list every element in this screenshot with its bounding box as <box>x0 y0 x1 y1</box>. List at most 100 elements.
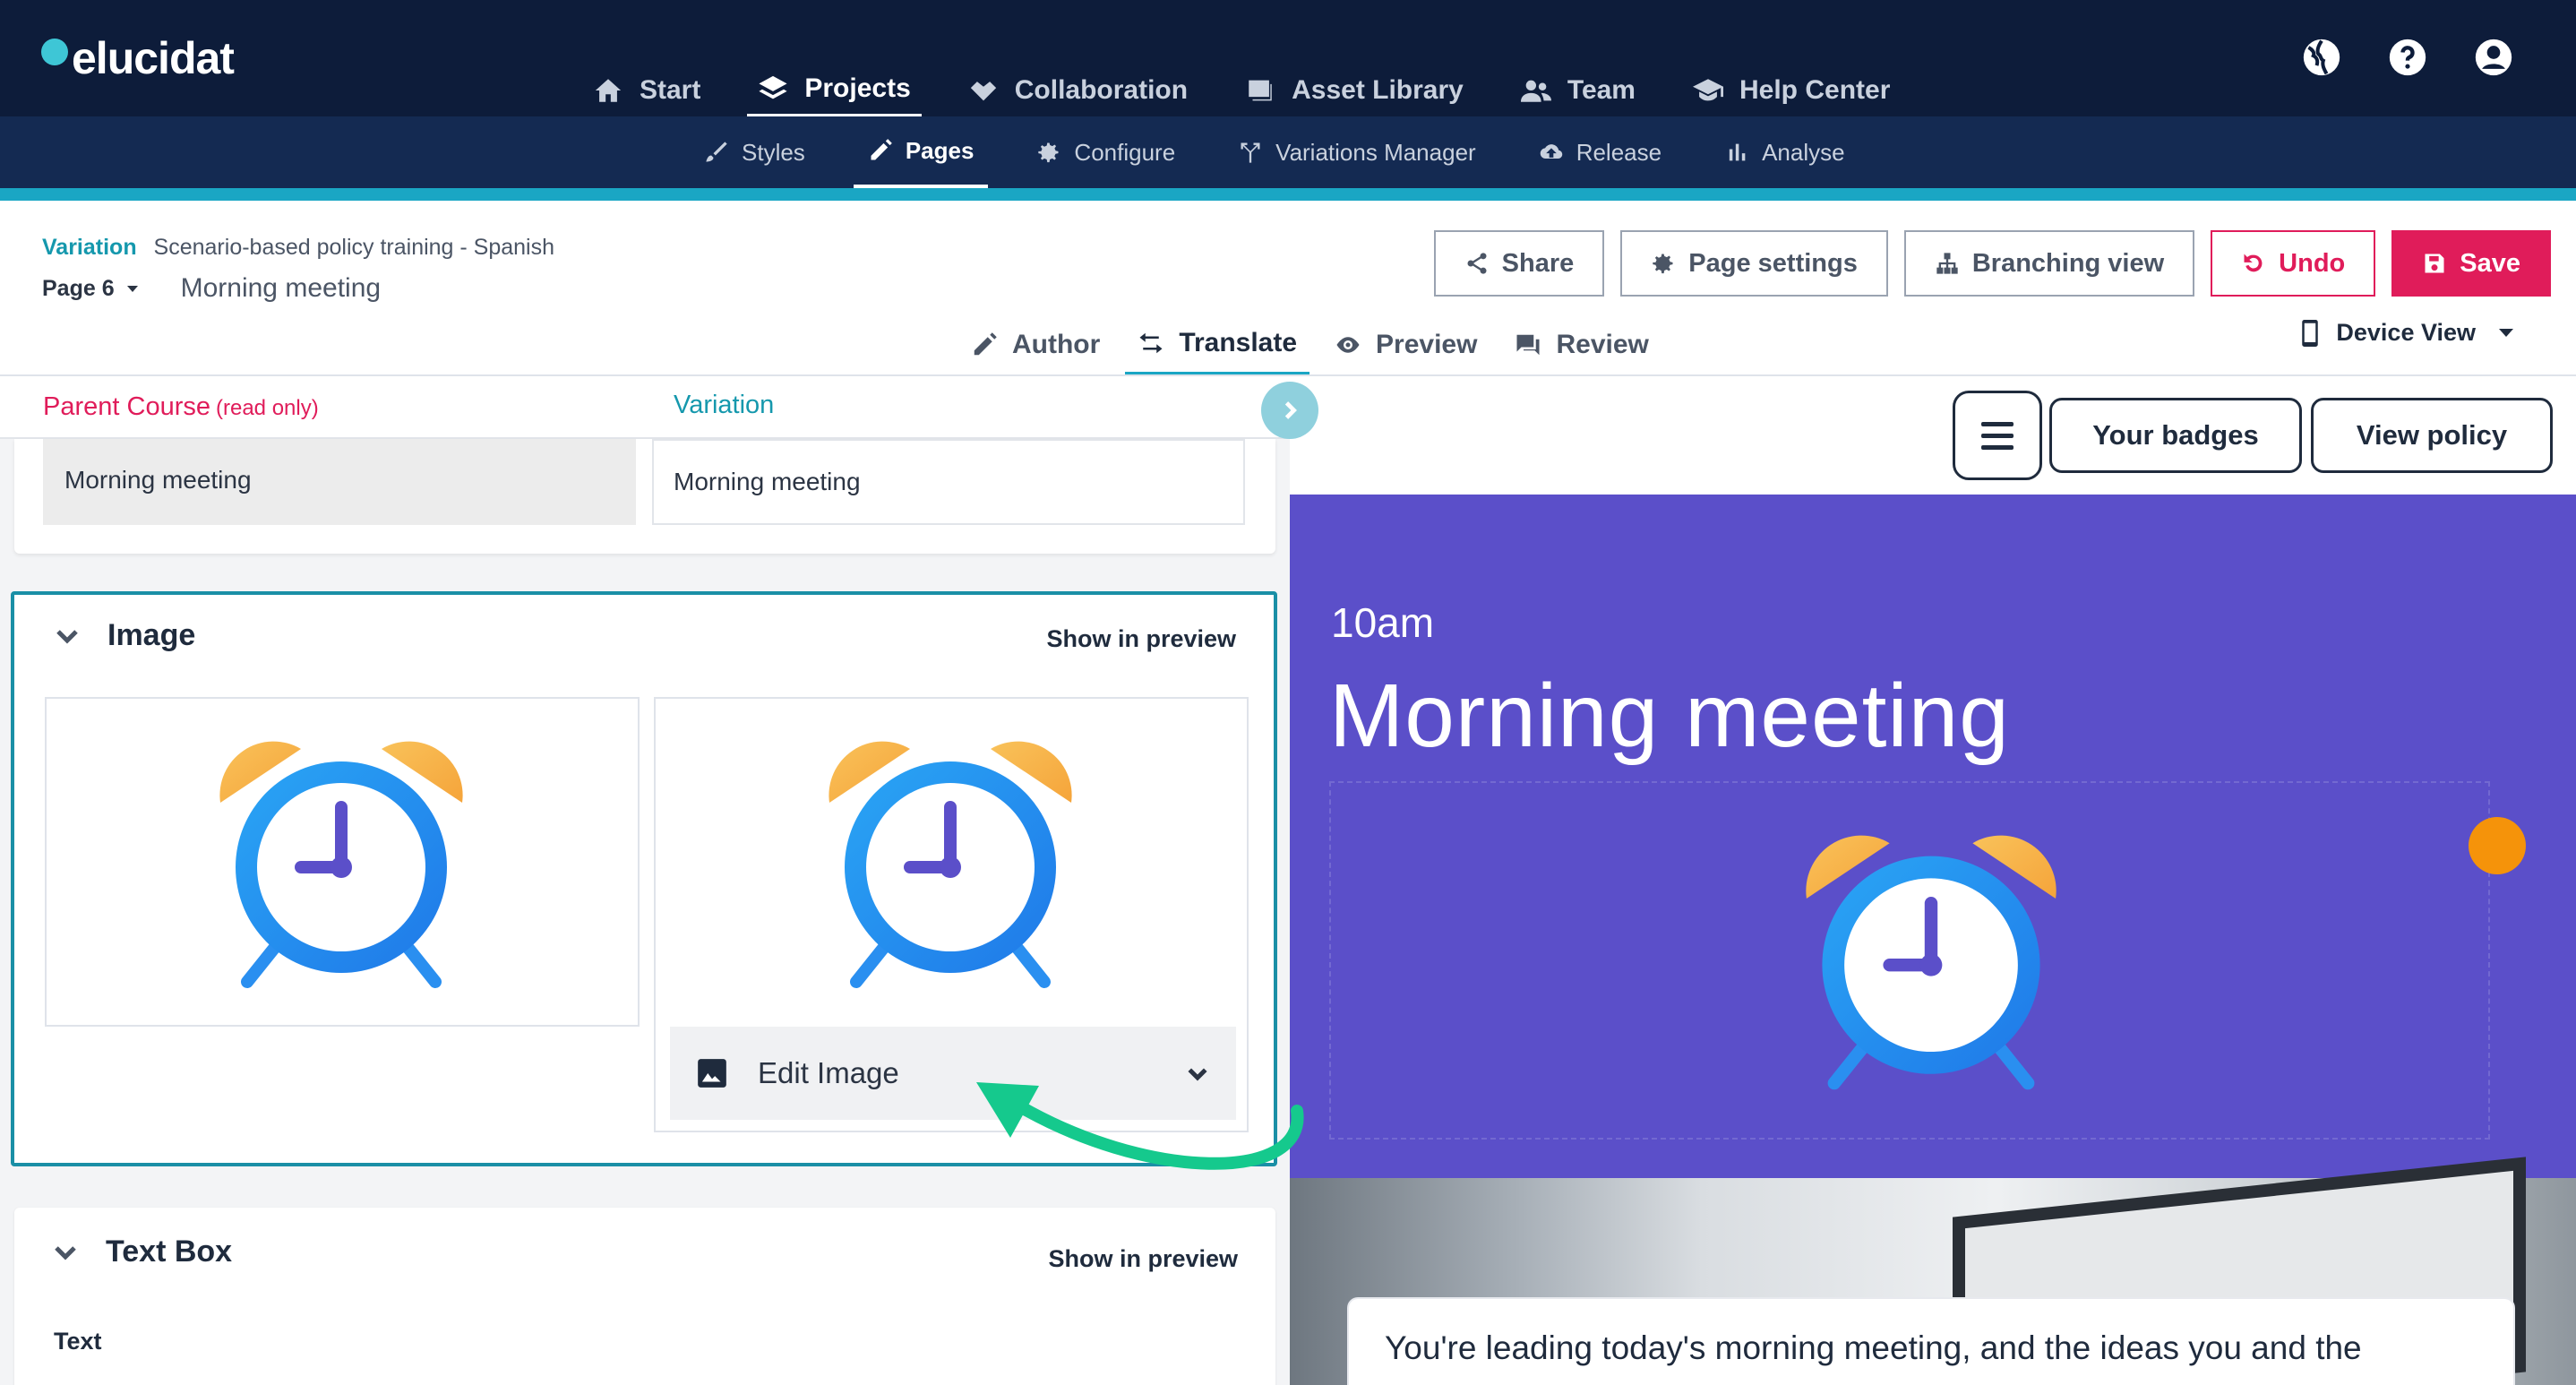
save-button[interactable]: Save <box>2391 230 2551 297</box>
device-view-dropdown[interactable]: Device View <box>2298 319 2513 347</box>
subnav-analyse[interactable]: Analyse <box>1710 116 1859 188</box>
floppy-disk-icon <box>2425 254 2444 273</box>
image-section-toggle[interactable]: Image <box>54 618 195 653</box>
subnav-analyse-label: Analyse <box>1762 138 1845 166</box>
nav-start[interactable]: Start <box>582 63 711 118</box>
main-nav: Start Projects Collaboration Asset Libra… <box>582 63 1936 118</box>
image-show-in-preview-link[interactable]: Show in preview <box>1046 625 1236 653</box>
textbox-show-in-preview-link[interactable]: Show in preview <box>1048 1245 1238 1273</box>
parent-course-label: Parent Course <box>43 392 210 421</box>
preview-body-text: You're leading today's morning meeting, … <box>1385 1329 2362 1366</box>
mobile-phone-icon <box>2302 319 2319 347</box>
subnav-variations-manager-label: Variations Manager <box>1275 138 1476 166</box>
nav-help-center[interactable]: Help Center <box>1682 63 1901 118</box>
preview-image-frame[interactable] <box>1329 781 2490 1140</box>
chevron-right-icon <box>1284 401 1297 419</box>
subnav-configure-label: Configure <box>1074 138 1176 166</box>
subnav-configure[interactable]: Configure <box>1022 116 1189 188</box>
nav-projects[interactable]: Projects <box>747 63 922 118</box>
gear-icon <box>1653 254 1673 274</box>
accent-strip <box>0 188 2576 201</box>
pencil-icon <box>871 139 892 160</box>
nav-team-label: Team <box>1567 75 1636 105</box>
preview-hero: 10am Morning meeting <box>1290 495 2576 1178</box>
swap-arrows-icon <box>1139 332 1163 353</box>
nav-asset-library-label: Asset Library <box>1292 75 1464 105</box>
preview-page-title: Morning meeting <box>1329 666 2010 766</box>
chevron-down-icon <box>56 629 78 644</box>
globe-icon[interactable] <box>2302 38 2341 77</box>
page-title: Morning meeting <box>180 273 382 303</box>
save-label: Save <box>2460 248 2520 278</box>
textbox-translation-card: Text Box Show in preview <box>14 1208 1275 1385</box>
breadcrumb: Variation Scenario-based policy training… <box>42 235 554 261</box>
share-icon <box>1467 253 1487 274</box>
nav-asset-library[interactable]: Asset Library <box>1234 63 1474 118</box>
nav-help-center-label: Help Center <box>1739 75 1891 105</box>
top-navigation-bar: elucidat Start Projects Collaboration As… <box>0 0 2576 118</box>
tab-review[interactable]: Review <box>1502 314 1661 376</box>
view-policy-button[interactable]: View policy <box>2311 398 2553 473</box>
page-selector[interactable]: Page 6 <box>42 276 138 302</box>
parent-image-box <box>45 697 640 1027</box>
textbox-section-title: Text Box <box>106 1234 233 1269</box>
share-button[interactable]: Share <box>1433 230 1605 297</box>
cloud-upload-icon <box>1540 144 1562 159</box>
tab-translate[interactable]: Translate <box>1125 314 1310 376</box>
sitemap-icon <box>1936 253 1958 274</box>
undo-icon <box>2244 254 2263 272</box>
bar-chart-icon <box>1729 143 1746 161</box>
course-name: Scenario-based policy training - Spanish <box>153 235 555 260</box>
account-icon[interactable] <box>2474 38 2513 77</box>
gear-icon <box>1038 142 1059 163</box>
branching-view-button[interactable]: Branching view <box>1903 230 2195 297</box>
preview-header: Your badges View policy <box>1290 376 2576 493</box>
tab-review-label: Review <box>1556 330 1649 359</box>
brush-icon <box>706 142 727 162</box>
page-actions: Share Page settings Branching view Undo … <box>1418 230 2551 297</box>
page-selector-row: Page 6 Morning meeting <box>42 273 381 304</box>
hotspot-dot[interactable] <box>2469 817 2526 874</box>
your-badges-button[interactable]: Your badges <box>2049 398 2302 473</box>
edit-image-label: Edit Image <box>758 1056 899 1089</box>
mode-tabs: Author Translate Preview Review <box>958 314 1674 376</box>
share-label: Share <box>1501 248 1575 278</box>
subnav-variations-manager[interactable]: Variations Manager <box>1224 116 1490 188</box>
subnav-styles[interactable]: Styles <box>690 116 820 188</box>
nav-team[interactable]: Team <box>1510 63 1646 118</box>
preview-text-card: You're leading today's morning meeting, … <box>1349 1299 2513 1385</box>
variation-label[interactable]: Variation <box>42 235 137 260</box>
branching-view-label: Branching view <box>1971 248 2165 278</box>
branch-icon <box>1241 142 1260 163</box>
undo-button[interactable]: Undo <box>2211 230 2376 297</box>
device-view-label: Device View <box>2336 319 2476 346</box>
logo-text: elucidat <box>72 33 235 83</box>
expand-panel-button[interactable] <box>1261 382 1318 439</box>
caret-down-icon <box>2499 329 2513 337</box>
tab-author[interactable]: Author <box>958 314 1112 376</box>
logo-dot-icon <box>41 39 68 65</box>
users-icon <box>1520 80 1551 102</box>
graduation-cap-icon <box>1693 79 1723 101</box>
comments-icon <box>1516 334 1540 356</box>
preview-menu-button[interactable] <box>1953 391 2042 480</box>
pencil-icon <box>974 332 997 356</box>
title-translation-card: Morning meeting Morning meeting <box>14 439 1275 554</box>
nav-collaboration[interactable]: Collaboration <box>957 63 1198 118</box>
subnav-release-label: Release <box>1576 138 1662 166</box>
subnav-release[interactable]: Release <box>1524 116 1676 188</box>
read-only-label: (read only) <box>216 396 319 420</box>
page-settings-button[interactable]: Page settings <box>1620 230 1888 297</box>
sub-nav: Styles Pages Configure Variations Manage… <box>690 116 1893 188</box>
textbox-section-toggle[interactable]: Text Box <box>52 1234 232 1269</box>
annotation-arrow <box>976 1082 1304 1170</box>
elucidat-logo[interactable]: elucidat <box>41 32 235 84</box>
tab-author-label: Author <box>1012 330 1101 359</box>
variation-title-input[interactable]: Morning meeting <box>652 439 1245 525</box>
tab-preview[interactable]: Preview <box>1322 314 1490 376</box>
subnav-pages[interactable]: Pages <box>853 116 989 188</box>
page-label: Page 6 <box>42 275 115 301</box>
image-section-title: Image <box>107 618 196 652</box>
help-icon[interactable] <box>2388 38 2427 77</box>
translate-editor-panel: Parent Course (read only) Variation Morni… <box>0 376 1290 1385</box>
